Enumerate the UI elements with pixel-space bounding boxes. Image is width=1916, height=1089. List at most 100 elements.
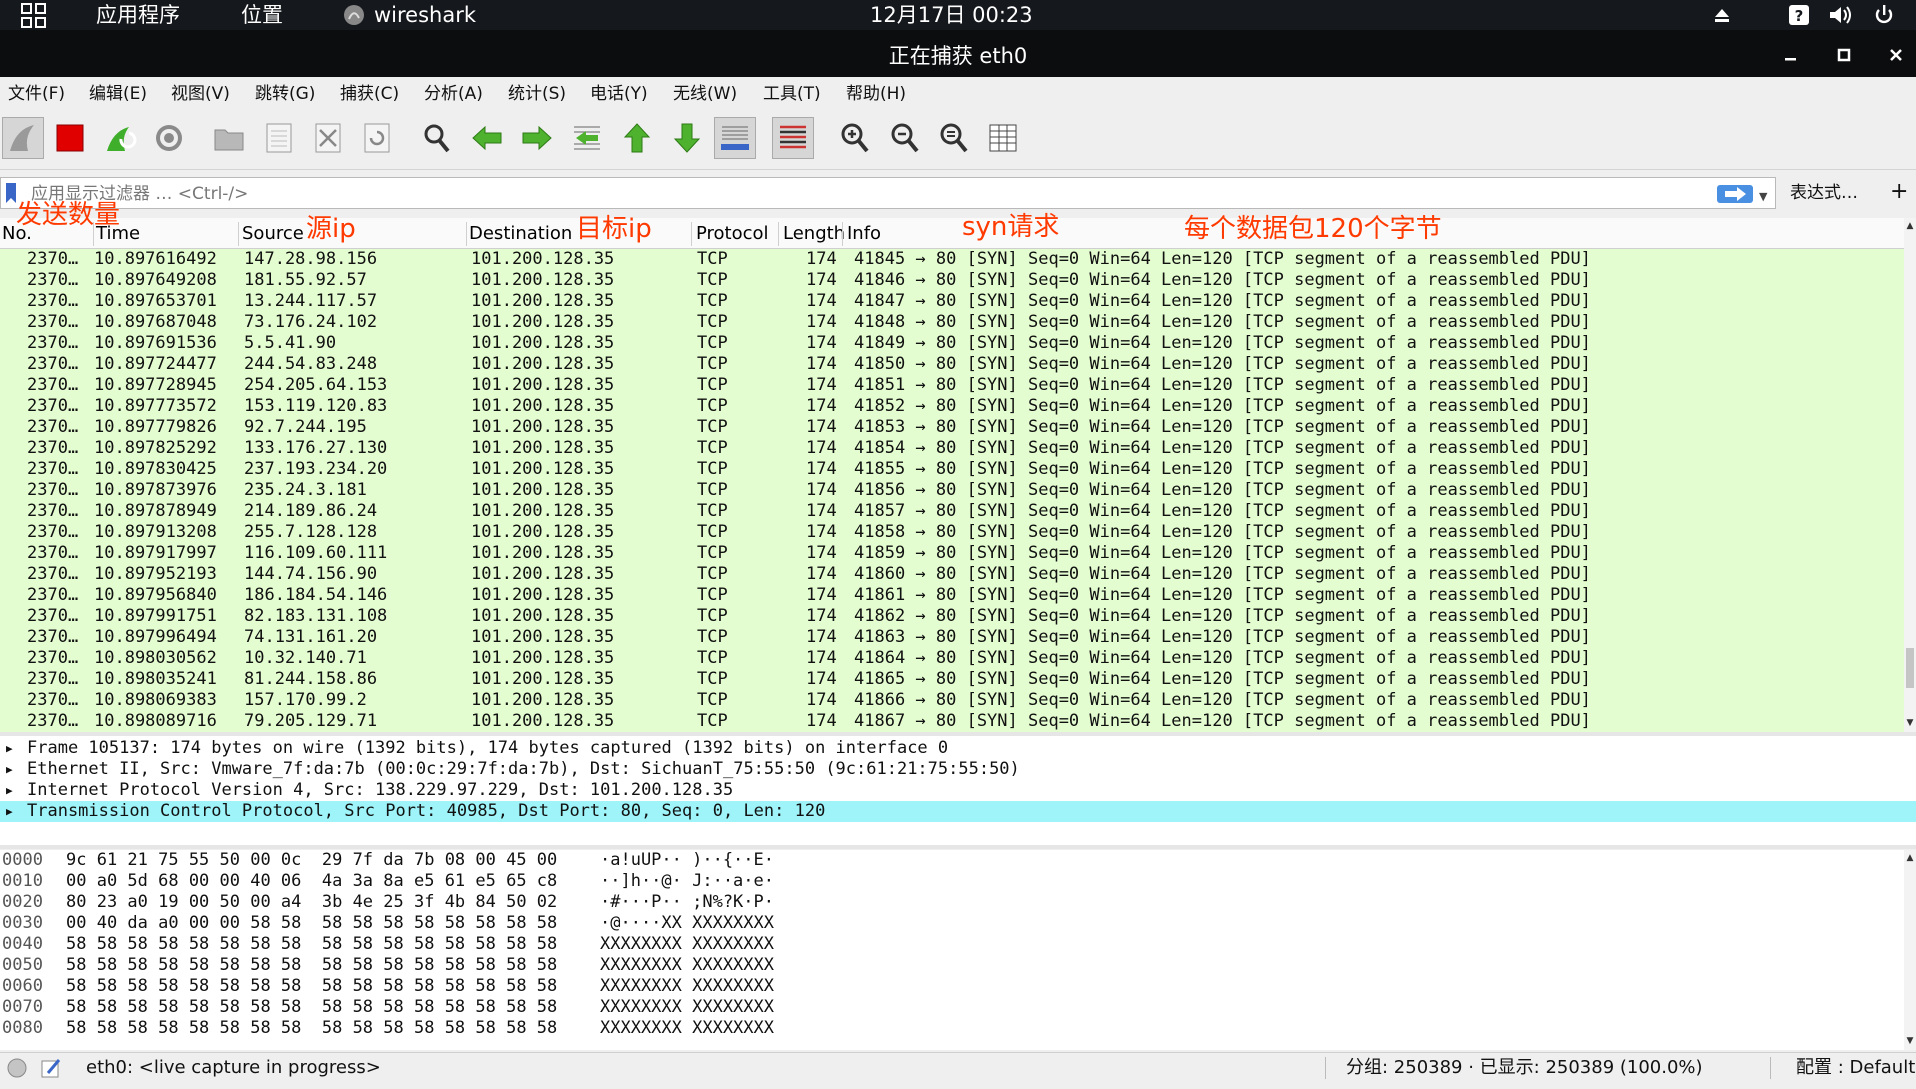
detail-tree-item[interactable]: ▶ Frame 105137: 174 bytes on wire (1392 b… bbox=[0, 738, 1916, 759]
packet-details-tree[interactable]: ▶ Frame 105137: 174 bytes on wire (1392 b… bbox=[0, 736, 1916, 845]
display-filter-input[interactable] bbox=[29, 181, 1693, 207]
packet-row[interactable]: 2370… 10.897825292 133.176.27.130 101.200.1… bbox=[0, 438, 1904, 459]
eject-icon[interactable] bbox=[1712, 0, 1732, 33]
maximize-icon[interactable] bbox=[1836, 44, 1852, 68]
menu-view[interactable]: 视图(V) bbox=[171, 77, 230, 111]
bookmark-icon[interactable] bbox=[6, 183, 16, 203]
clock[interactable]: 12月17日 00:23 bbox=[870, 0, 1033, 30]
expand-arrow-icon[interactable]: ▶ bbox=[6, 780, 13, 801]
column-source[interactable]: Source bbox=[242, 218, 304, 250]
packet-list[interactable]: 2370… 10.897616492 147.28.98.156 101.200.12… bbox=[0, 249, 1904, 732]
packet-row[interactable]: 2370… 10.897728945 254.205.64.153 101.200.1… bbox=[0, 375, 1904, 396]
scroll-up-arrow-icon[interactable]: ▲ bbox=[1904, 221, 1916, 231]
filter-history-chevron-down-icon[interactable]: ▼ bbox=[1759, 190, 1767, 203]
expand-arrow-icon[interactable]: ▶ bbox=[6, 759, 13, 780]
profile-status[interactable]: 配置 : Default bbox=[1796, 1053, 1915, 1083]
help-icon[interactable]: ? bbox=[1788, 0, 1810, 34]
packet-row[interactable]: 2370… 10.897779826 92.7.244.195 101.200.128… bbox=[0, 417, 1904, 438]
packet-row[interactable]: 2370… 10.898069383 157.170.99.2 101.200.128… bbox=[0, 690, 1904, 711]
resize-columns-icon[interactable] bbox=[982, 117, 1024, 159]
apply-filter-arrow-icon[interactable] bbox=[1717, 185, 1753, 203]
packet-row[interactable]: 2370… 10.898030562 10.32.140.71 101.200.128… bbox=[0, 648, 1904, 669]
packet-row[interactable]: 2370… 10.897917997 116.109.60.111 101.200.1… bbox=[0, 543, 1904, 564]
menu-go[interactable]: 跳转(G) bbox=[255, 77, 315, 111]
packet-row[interactable]: 2370… 10.897653701 13.244.117.57 101.200.12… bbox=[0, 291, 1904, 312]
reload-icon[interactable] bbox=[356, 117, 398, 159]
menu-analyze[interactable]: 分析(A) bbox=[424, 77, 483, 111]
capture-comment-icon[interactable] bbox=[40, 1053, 62, 1089]
packet-row[interactable]: 2370… 10.897724477 244.54.83.248 101.200.12… bbox=[0, 354, 1904, 375]
scroll-down-arrow-icon[interactable]: ▼ bbox=[1904, 718, 1916, 728]
pane-splitter[interactable] bbox=[0, 845, 1916, 849]
zoom-in-icon[interactable] bbox=[834, 117, 876, 159]
packet-row[interactable]: 2370… 10.897687048 73.176.24.102 101.200.12… bbox=[0, 312, 1904, 333]
menu-capture[interactable]: 捕获(C) bbox=[340, 77, 399, 111]
packet-row[interactable]: 2370… 10.897956840 186.184.54.146 101.200.1… bbox=[0, 585, 1904, 606]
menu-edit[interactable]: 编辑(E) bbox=[89, 77, 147, 111]
expert-info-icon[interactable] bbox=[6, 1053, 28, 1089]
capture-options-gear-icon[interactable] bbox=[148, 117, 190, 159]
menu-statistics[interactable]: 统计(S) bbox=[508, 77, 566, 111]
bytes-scrollbar[interactable]: ▲ ▼ bbox=[1904, 850, 1916, 1050]
scrollbar-thumb[interactable] bbox=[1906, 648, 1914, 688]
places-menu[interactable]: 位置 bbox=[241, 0, 283, 30]
menu-telephony[interactable]: 电话(Y) bbox=[590, 77, 648, 111]
packet-row[interactable]: 2370… 10.897991751 82.183.131.108 101.200.1… bbox=[0, 606, 1904, 627]
go-back-arrow-icon[interactable] bbox=[466, 117, 508, 159]
packet-cell-dst: 101.200.128.35 bbox=[471, 354, 615, 374]
packet-row[interactable]: 2370… 10.897691536 5.5.41.90 101.200.128.35… bbox=[0, 333, 1904, 354]
shark-fin-start-icon[interactable] bbox=[2, 117, 44, 159]
column-length[interactable]: Length bbox=[783, 218, 845, 250]
restart-capture-icon[interactable] bbox=[99, 117, 141, 159]
packet-row[interactable]: 2370… 10.897830425 237.193.234.20 101.200.1… bbox=[0, 459, 1904, 480]
open-folder-icon[interactable] bbox=[208, 117, 250, 159]
find-magnifier-icon[interactable] bbox=[416, 117, 458, 159]
colorize-icon[interactable] bbox=[772, 117, 814, 159]
menu-wireless[interactable]: 无线(W) bbox=[673, 77, 737, 111]
column-info[interactable]: Info bbox=[847, 218, 881, 250]
packet-row[interactable]: 2370… 10.898089716 79.205.129.71 101.200.12… bbox=[0, 711, 1904, 732]
expand-arrow-icon[interactable]: ▶ bbox=[6, 738, 13, 759]
packet-row[interactable]: 2370… 10.897952193 144.74.156.90 101.200.12… bbox=[0, 564, 1904, 585]
column-destination[interactable]: Destination bbox=[469, 218, 572, 250]
volume-icon[interactable] bbox=[1828, 0, 1852, 34]
applications-menu[interactable]: 应用程序 bbox=[96, 0, 180, 30]
add-filter-button[interactable]: + bbox=[1890, 173, 1908, 211]
packet-row[interactable]: 2370… 10.897649208 181.55.92.57 101.200.128… bbox=[0, 270, 1904, 291]
packet-bytes-pane[interactable]: 0000 9c 61 21 75 55 50 00 0c 29 7f da 7b … bbox=[0, 850, 1904, 1050]
menu-help[interactable]: 帮助(H) bbox=[846, 77, 906, 111]
menu-tools[interactable]: 工具(T) bbox=[763, 77, 821, 111]
zoom-normal-icon[interactable] bbox=[933, 117, 975, 159]
save-file-icon[interactable] bbox=[258, 117, 300, 159]
stop-square-icon[interactable] bbox=[49, 117, 91, 159]
packet-cell-no: 2370… bbox=[27, 249, 79, 269]
packet-row[interactable]: 2370… 10.897996494 74.131.161.20 101.200.12… bbox=[0, 627, 1904, 648]
detail-tree-item[interactable]: ▶ Transmission Control Protocol, Src Port… bbox=[0, 801, 1916, 822]
go-last-icon[interactable] bbox=[666, 117, 708, 159]
go-to-packet-icon[interactable] bbox=[566, 117, 608, 159]
minimize-icon[interactable] bbox=[1783, 44, 1799, 68]
scroll-up-arrow-icon[interactable]: ▲ bbox=[1904, 853, 1916, 863]
scroll-down-arrow-icon[interactable]: ▼ bbox=[1904, 1036, 1916, 1046]
column-protocol[interactable]: Protocol bbox=[696, 218, 769, 250]
app-name-label[interactable]: wireshark bbox=[374, 0, 476, 30]
packet-list-scrollbar[interactable]: ▲ ▼ bbox=[1904, 218, 1916, 732]
packet-row[interactable]: 2370… 10.897616492 147.28.98.156 101.200.12… bbox=[0, 249, 1904, 270]
close-window-icon[interactable] bbox=[1888, 44, 1904, 68]
expression-button[interactable]: 表达式… bbox=[1790, 173, 1858, 213]
zoom-out-icon[interactable] bbox=[884, 117, 926, 159]
close-file-icon[interactable] bbox=[307, 117, 349, 159]
go-forward-arrow-icon[interactable] bbox=[516, 117, 558, 159]
packet-row[interactable]: 2370… 10.897878949 214.189.86.24 101.200.12… bbox=[0, 501, 1904, 522]
packet-row[interactable]: 2370… 10.898035241 81.244.158.86 101.200.12… bbox=[0, 669, 1904, 690]
expand-arrow-icon[interactable]: ▶ bbox=[6, 801, 13, 822]
menu-file[interactable]: 文件(F) bbox=[8, 77, 65, 111]
packet-row[interactable]: 2370… 10.897773572 153.119.120.83 101.200.1… bbox=[0, 396, 1904, 417]
go-first-icon[interactable] bbox=[616, 117, 658, 159]
packet-row[interactable]: 2370… 10.897913208 255.7.128.128 101.200.12… bbox=[0, 522, 1904, 543]
power-icon[interactable] bbox=[1873, 0, 1895, 34]
packet-row[interactable]: 2370… 10.897873976 235.24.3.181 101.200.128… bbox=[0, 480, 1904, 501]
detail-tree-item[interactable]: ▶ Ethernet II, Src: Vmware_7f:da:7b (00:0… bbox=[0, 759, 1916, 780]
detail-tree-item[interactable]: ▶ Internet Protocol Version 4, Src: 138.2… bbox=[0, 780, 1916, 801]
autoscroll-icon[interactable] bbox=[714, 117, 756, 159]
